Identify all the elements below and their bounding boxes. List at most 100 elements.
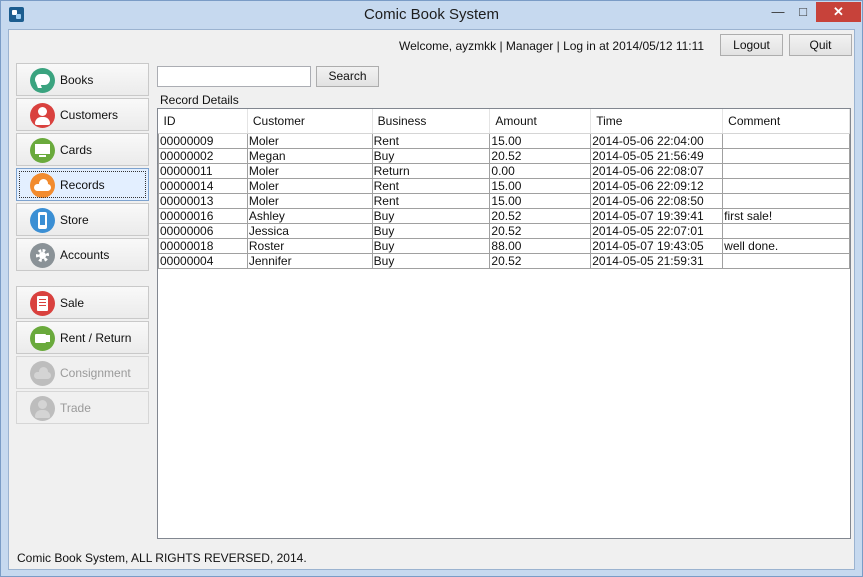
table-row[interactable]: 00000014 Moler Rent 15.00 2014-05-06 22:09:1… bbox=[158, 178, 850, 194]
table-header-row: ID Customer Business Amount Time Comment bbox=[158, 109, 850, 134]
sidebar-item-label: Store bbox=[60, 213, 89, 227]
table-cell: Rent bbox=[371, 133, 491, 149]
minimize-button[interactable]: — bbox=[768, 2, 788, 22]
records-grid: ID Customer Business Amount Time Comment… bbox=[158, 109, 850, 269]
table-cell: 2014-05-06 22:04:00 bbox=[590, 133, 724, 149]
table-cell: 15.00 bbox=[489, 133, 592, 149]
table-cell bbox=[722, 178, 850, 194]
table-cell: 2014-05-07 19:39:41 bbox=[590, 208, 724, 224]
column-header-business[interactable]: Business bbox=[372, 109, 491, 134]
gear-icon bbox=[30, 243, 55, 268]
table-row[interactable]: 00000006 Jessica Buy 20.52 2014-05-05 22:07:… bbox=[158, 223, 850, 239]
welcome-text: Welcome, ayzmkk | Manager | Log in at 20… bbox=[399, 39, 705, 53]
table-cell: 00000018 bbox=[158, 238, 248, 254]
table-cell: 00000002 bbox=[158, 148, 248, 164]
sidebar-item-records[interactable]: Records bbox=[16, 168, 149, 201]
table-row[interactable]: 00000016 Ashley Buy 20.52 2014-05-07 19:39:4… bbox=[158, 208, 850, 224]
sidebar-item-customers[interactable]: Customers bbox=[16, 98, 149, 131]
column-header-id[interactable]: ID bbox=[158, 109, 248, 134]
table-cell: 00000011 bbox=[158, 163, 248, 179]
table-cell: 00000016 bbox=[158, 208, 248, 224]
sidebar-item-label: Books bbox=[60, 73, 94, 87]
table-cell: Jennifer bbox=[246, 253, 373, 269]
trade-button: Trade bbox=[16, 391, 149, 424]
sale-label: Sale bbox=[60, 296, 85, 310]
table-cell: Buy bbox=[371, 238, 491, 254]
table-cell: 2014-05-07 19:43:05 bbox=[590, 238, 724, 254]
table-cell: 00000009 bbox=[158, 133, 248, 149]
table-cell bbox=[722, 223, 850, 239]
consignment-label: Consignment bbox=[60, 366, 131, 380]
sidebar-item-store[interactable]: Store bbox=[16, 203, 149, 236]
sidebar-item-label: Accounts bbox=[60, 248, 110, 262]
table-cell: Return bbox=[371, 163, 491, 179]
table-row[interactable]: 00000002 Megan Buy 20.52 2014-05-05 21:56:49 bbox=[158, 148, 850, 164]
table-cell: 20.52 bbox=[489, 223, 592, 239]
table-cell: Buy bbox=[371, 148, 491, 164]
column-header-amount[interactable]: Amount bbox=[489, 109, 592, 134]
quit-button[interactable]: Quit bbox=[789, 34, 852, 56]
search-input[interactable] bbox=[157, 66, 311, 87]
table-row[interactable]: 00000018 Roster Buy 88.00 2014-05-07 19:43:0… bbox=[158, 238, 850, 254]
column-header-time[interactable]: Time bbox=[590, 109, 724, 134]
table-cell: 15.00 bbox=[489, 193, 592, 209]
table-cell: 20.52 bbox=[489, 208, 592, 224]
sidebar-item-accounts[interactable]: Accounts bbox=[16, 238, 149, 271]
table-cell: Buy bbox=[371, 208, 491, 224]
logout-button[interactable]: Logout bbox=[720, 34, 783, 56]
consignment-button: Consignment bbox=[16, 356, 149, 389]
sidebar-item-label: Cards bbox=[60, 143, 93, 157]
trade-label: Trade bbox=[60, 401, 91, 415]
table-cell: Buy bbox=[371, 253, 491, 269]
table-cell: 00000004 bbox=[158, 253, 248, 269]
maximize-button[interactable]: □ bbox=[792, 2, 814, 22]
table-cell: 20.52 bbox=[489, 148, 592, 164]
table-cell bbox=[722, 163, 850, 179]
table-cell: Megan bbox=[246, 148, 373, 164]
table-cell bbox=[722, 193, 850, 209]
table-cell: Moler bbox=[246, 163, 373, 179]
table-cell: 2014-05-05 21:59:31 bbox=[590, 253, 724, 269]
table-cell: 2014-05-06 22:08:07 bbox=[590, 163, 724, 179]
record-details-label: Record Details bbox=[160, 93, 239, 107]
column-header-customer[interactable]: Customer bbox=[247, 109, 373, 134]
sidebar-item-label: Customers bbox=[60, 108, 119, 122]
table-cell: well done. bbox=[722, 238, 850, 254]
table-row[interactable]: 00000004 Jennifer Buy 20.52 2014-05-05 21:59… bbox=[158, 253, 850, 269]
search-button[interactable]: Search bbox=[316, 66, 379, 87]
table-cell: Rent bbox=[371, 178, 491, 194]
table-cell: Rent bbox=[371, 193, 491, 209]
table-cell bbox=[722, 133, 850, 149]
table-row[interactable]: 00000013 Moler Rent 15.00 2014-05-06 22:08:5… bbox=[158, 193, 850, 209]
table-cell: 00000006 bbox=[158, 223, 248, 239]
title-bar[interactable]: Comic Book System — □ ✕ bbox=[1, 1, 862, 29]
footer-text: Comic Book System, ALL RIGHTS REVERSED, … bbox=[17, 551, 307, 565]
table-cell: first sale! bbox=[722, 208, 850, 224]
receipt-icon bbox=[30, 291, 55, 316]
table-cell: Ashley bbox=[246, 208, 373, 224]
table-row[interactable]: 00000011 Moler Return 0.00 2014-05-06 22:08:… bbox=[158, 163, 850, 179]
close-button[interactable]: ✕ bbox=[816, 2, 861, 22]
table-cell: Moler bbox=[246, 178, 373, 194]
window-title: Comic Book System bbox=[363, 6, 500, 23]
table-cell: Moler bbox=[246, 133, 373, 149]
table-cell: 00000013 bbox=[158, 193, 248, 209]
table-cell: 00000014 bbox=[158, 178, 248, 194]
sale-button[interactable]: Sale bbox=[16, 286, 149, 319]
monitor-icon bbox=[30, 138, 55, 163]
rent-return-button[interactable]: Rent / Return bbox=[16, 321, 149, 354]
table-row[interactable]: 00000009 Moler Rent 15.00 2014-05-06 22:04:0… bbox=[158, 133, 850, 149]
table-cell bbox=[722, 148, 850, 164]
table-cell: 15.00 bbox=[489, 178, 592, 194]
sidebar-item-cards[interactable]: Cards bbox=[16, 133, 149, 166]
table-cell: 2014-05-05 22:07:01 bbox=[590, 223, 724, 239]
chat-bubble-icon bbox=[30, 68, 55, 93]
rent-return-label: Rent / Return bbox=[60, 331, 132, 345]
cloud-icon bbox=[30, 361, 55, 386]
column-header-comment[interactable]: Comment bbox=[722, 109, 850, 134]
table-cell: Roster bbox=[246, 238, 373, 254]
table-cell: Buy bbox=[371, 223, 491, 239]
records-table[interactable]: ID Customer Business Amount Time Comment… bbox=[157, 108, 851, 539]
table-cell: 0.00 bbox=[489, 163, 592, 179]
sidebar-item-books[interactable]: Books bbox=[16, 63, 149, 96]
